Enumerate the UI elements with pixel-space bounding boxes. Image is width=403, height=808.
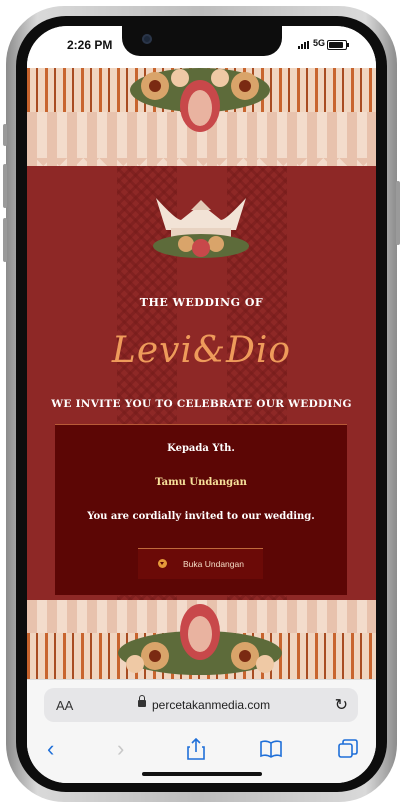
flower-bouquet-bottom: [118, 604, 282, 675]
top-zigzag-trim: [27, 158, 376, 174]
status-time: 2:26 PM: [67, 38, 113, 52]
battery-icon: [327, 40, 349, 50]
invitation-page[interactable]: THE WEDDING OF Levi&Dio WE INVITE YOU TO…: [27, 68, 376, 679]
power-button: [396, 181, 400, 245]
rumah-gadang-icon: [153, 198, 249, 258]
wedding-heading: THE WEDDING OF: [139, 296, 264, 309]
browser-toolbar: AA percetakanmedia.com ↻ ‹ ›: [27, 679, 376, 783]
invite-line: WE INVITE YOU TO CELEBRATE OUR WEDDING: [51, 398, 352, 410]
forward-icon[interactable]: ›: [117, 736, 124, 762]
to-label: Kepada Yth.: [167, 443, 235, 454]
share-icon[interactable]: [187, 738, 205, 760]
open-invitation-label: Buka Undangan: [183, 559, 244, 569]
guest-card: Kepada Yth. Tamu Undangan You are cordia…: [55, 424, 347, 595]
flower-bouquet-top: [130, 68, 270, 132]
phone-screen: 2:26 PM 5G THE WEDDING OF Levi&Dio WE IN…: [27, 26, 376, 783]
envelope-open-icon: [158, 559, 167, 568]
back-icon[interactable]: ‹: [47, 736, 54, 762]
guest-name: Tamu Undangan: [155, 477, 247, 488]
home-indicator: [142, 772, 262, 776]
network-type: 5G: [313, 38, 326, 48]
dynamic-notch: [122, 26, 282, 56]
mute-switch: [3, 124, 7, 146]
url-text[interactable]: percetakanmedia.com: [152, 698, 270, 712]
volume-up-button: [3, 164, 7, 208]
reader-settings-button[interactable]: AA: [56, 698, 73, 713]
status-bar: 2:26 PM 5G: [27, 26, 376, 68]
invitation-message: You are cordially invited to our wedding…: [87, 511, 315, 522]
lock-icon: [138, 695, 146, 707]
camera-icon: [142, 34, 152, 44]
tabs-icon[interactable]: [338, 739, 358, 759]
couple-names: Levi&Dio: [111, 330, 292, 371]
signal-icon: [298, 41, 312, 49]
reload-icon[interactable]: ↻: [335, 695, 348, 715]
open-invitation-button[interactable]: Buka Undangan: [138, 548, 263, 579]
address-bar[interactable]: AA percetakanmedia.com ↻: [44, 688, 358, 722]
bookmarks-icon[interactable]: [260, 740, 282, 758]
volume-down-button: [3, 218, 7, 262]
